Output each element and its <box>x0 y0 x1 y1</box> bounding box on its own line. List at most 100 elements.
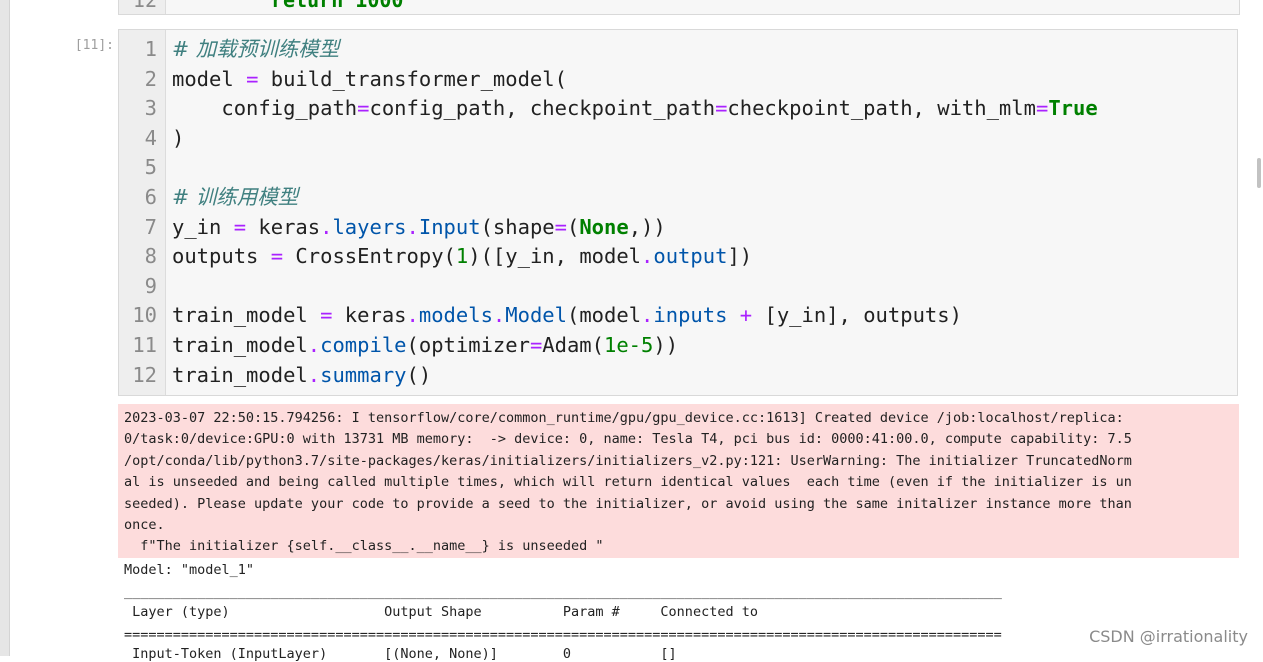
line-number: 6 <box>144 185 157 209</box>
code-line[interactable]: 8 outputs = CrossEntropy(1)([y_in, model.… <box>119 242 1219 272</box>
code-line[interactable]: 6 # 训练用模型 <box>119 183 1219 213</box>
code-token: . <box>320 214 333 239</box>
code-text: train_model = keras.models.Model(model.i… <box>172 301 962 331</box>
stderr-line: al is unseeded and being called multiple… <box>124 474 1132 491</box>
code-token: model <box>172 66 247 91</box>
code-text: # 训练用模型 <box>172 183 298 213</box>
code-line[interactable]: 9 <box>119 272 1219 302</box>
code-line[interactable]: 11 train_model.compile(optimizer=Adam(1e-… <box>119 331 1219 361</box>
line-number: 10 <box>132 303 157 328</box>
summary-underscore-rule: ________________________________________… <box>124 584 1002 600</box>
code-token: . <box>406 214 419 239</box>
code-token: Model <box>505 303 567 328</box>
previous-code-line: return 1000 <box>271 0 404 12</box>
code-token: )([y_in, model <box>468 244 642 269</box>
line-number: 12 <box>132 362 157 387</box>
code-text: # 加载预训练模型 <box>172 35 339 65</box>
code-token: = <box>246 66 259 91</box>
code-token: None <box>579 214 629 239</box>
code-line[interactable]: 4) <box>119 124 1219 154</box>
line-number: 7 <box>144 214 157 239</box>
code-line[interactable]: 3 config_path=config_path, checkpoint_pa… <box>119 94 1219 124</box>
code-line[interactable]: 10 train_model = keras.models.Model(model… <box>119 301 1219 331</box>
line-number: 4 <box>144 125 157 150</box>
previous-code-cell[interactable]: 12 return 1000 <box>118 0 1240 15</box>
code-token: keras <box>246 214 321 239</box>
code-token: . <box>641 244 654 269</box>
code-token: CrossEntropy( <box>283 244 456 269</box>
stderr-line: 2023-03-07 22:50:15.794256: I tensorflow… <box>124 410 1124 426</box>
code-token: compile <box>320 333 407 357</box>
code-token: models <box>418 303 493 328</box>
vertical-scrollbar[interactable] <box>1253 0 1263 656</box>
cell-prompt: [11]: <box>74 38 114 53</box>
line-number: 1 <box>144 37 157 61</box>
code-token: = <box>529 333 543 357</box>
code-cell[interactable]: 1 # 加载预训练模型 2 model = build_transformer_mod… <box>118 29 1238 396</box>
code-token: = <box>320 303 333 328</box>
code-token: 1e-5 <box>604 333 654 357</box>
summary-header: Layer (type) Output Shape Param # Connec… <box>124 604 758 620</box>
line-number: 8 <box>144 244 157 269</box>
code-text: ) <box>172 124 184 154</box>
code-line[interactable]: 7 y_in = keras.layers.Input(shape=(None,)… <box>119 213 1219 243</box>
code-text: outputs = CrossEntropy(1)([y_in, model.o… <box>172 242 752 272</box>
code-token: () <box>406 362 432 387</box>
code-token: output <box>653 244 728 269</box>
code-token: outputs <box>172 244 271 269</box>
code-comment: # 加载预训练模型 <box>172 37 340 61</box>
code-token: y_in <box>172 214 234 239</box>
previous-cell-gutter: 12 <box>119 0 166 14</box>
line-number: 9 <box>144 273 157 298</box>
summary-first-row: Input-Token (InputLayer) [(None, None)] … <box>124 646 677 662</box>
line-number: 3 <box>144 96 157 121</box>
code-token: Input <box>418 214 481 239</box>
code-token: train_model <box>172 362 308 387</box>
code-token: (shape <box>480 214 555 239</box>
code-text: model = build_transformer_model( <box>172 65 567 95</box>
code-token: = <box>1035 96 1049 121</box>
code-token: . <box>307 362 321 387</box>
code-token: . <box>406 303 419 328</box>
stderr-line: /opt/conda/lib/python3.7/site-packages/k… <box>124 452 1132 469</box>
code-token: . <box>641 303 654 328</box>
code-token: inputs <box>653 303 728 328</box>
stderr-line: seeded). Please update your code to prov… <box>124 495 1132 512</box>
code-line[interactable]: 2 model = build_transformer_model( <box>119 65 1219 95</box>
summary-equals-rule: ========================================… <box>124 627 1002 643</box>
line-number: 11 <box>132 333 157 357</box>
scrollbar-thumb[interactable] <box>1257 158 1261 188</box>
stderr-line: f"The initializer {self.__class__.__name… <box>124 538 604 555</box>
code-token: layers <box>332 214 407 239</box>
code-token: + <box>739 303 753 328</box>
code-token: [y_in], outputs) <box>752 303 962 328</box>
left-edge-strip <box>0 0 10 656</box>
watermark: CSDN @irrationality <box>1089 627 1248 646</box>
code-token: ,)) <box>628 214 666 239</box>
code-text: train_model.compile(optimizer=Adam(1e-5)… <box>172 331 678 361</box>
code-token: train_model <box>172 333 308 357</box>
code-token: (optimizer <box>406 333 530 357</box>
code-text: y_in = keras.layers.Input(shape=(None,)) <box>172 213 666 243</box>
code-line[interactable]: 1 # 加载预训练模型 <box>119 35 1219 65</box>
stderr-output: 2023-03-07 22:50:15.794256: I tensorflow… <box>118 404 1239 558</box>
code-token: checkpoint_path, with_mlm <box>727 96 1036 121</box>
code-token: train_model <box>172 303 321 328</box>
code-token: ]) <box>727 244 753 269</box>
line-number: 5 <box>144 155 157 180</box>
code-line[interactable]: 12 train_model.summary() <box>119 361 1219 391</box>
code-token: config_path <box>172 96 358 121</box>
code-comment: # 训练用模型 <box>172 185 299 209</box>
code-token: = <box>357 96 370 121</box>
stderr-line: once. <box>124 517 165 534</box>
code-token: . <box>307 333 321 357</box>
code-token: build_transformer_model( <box>258 66 567 91</box>
code-text: config_path=config_path, checkpoint_path… <box>172 94 1097 124</box>
code-token: ) <box>172 125 185 150</box>
code-token: keras <box>332 303 407 328</box>
code-line[interactable]: 5 <box>119 153 1219 183</box>
code-token: ( <box>567 214 580 239</box>
code-token: . <box>492 303 506 328</box>
stderr-line: 0/task:0/device:GPU:0 with 13731 MB memo… <box>124 431 1132 448</box>
